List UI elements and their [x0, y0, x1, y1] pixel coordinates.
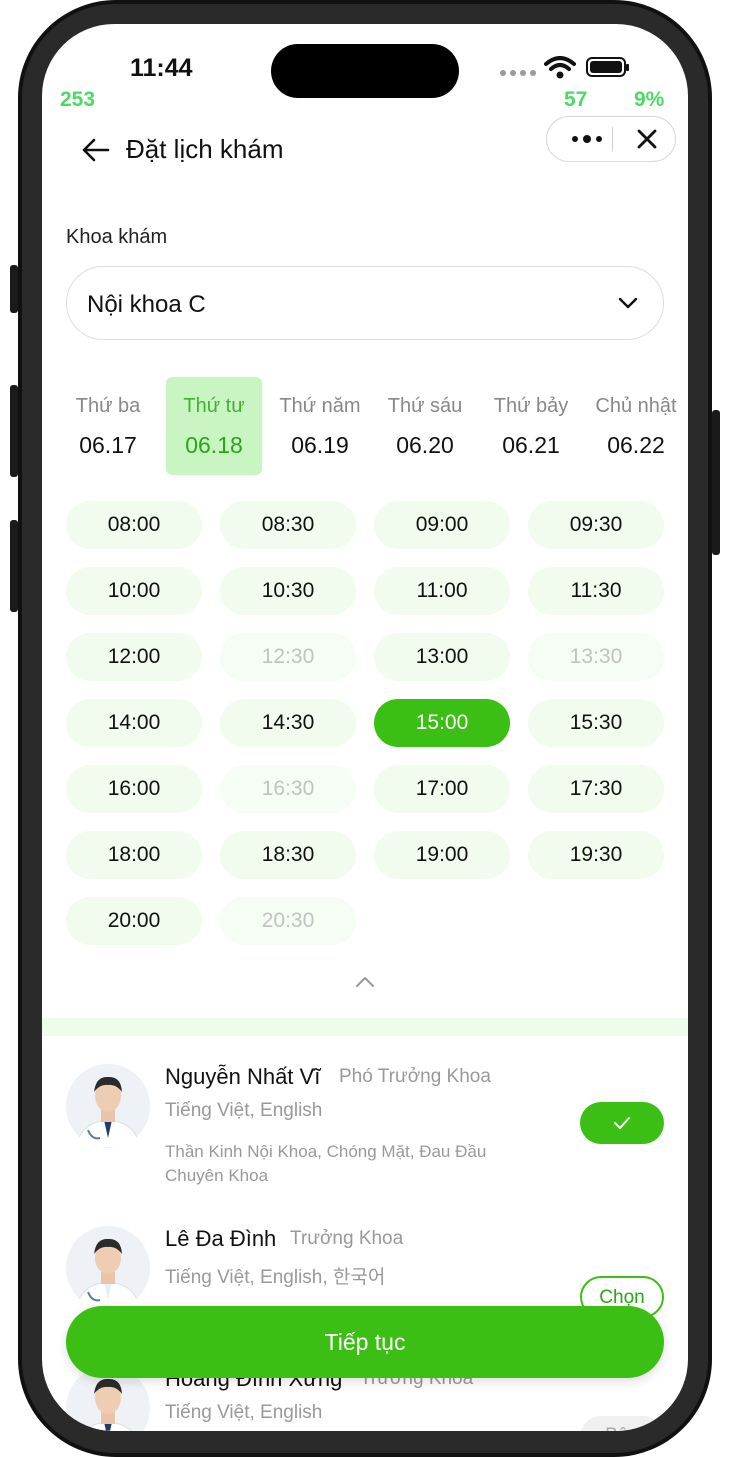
- debug-counter: 253: [60, 88, 96, 111]
- section-divider: [42, 1018, 688, 1036]
- day-selector: Thứ ba 06.17 Thứ tư 06.18 Thứ năm 06.19 Thứ sá…: [66, 377, 688, 477]
- time-slot[interactable]: 19:30: [528, 831, 664, 879]
- continue-button[interactable]: Tiếp tục: [66, 1306, 664, 1378]
- day-tab[interactable]: Thứ ba 06.17: [60, 377, 156, 475]
- time-slot[interactable]: 15:00: [374, 699, 510, 747]
- day-name: Thứ sáu: [387, 395, 463, 417]
- doctor-languages: Tiếng Việt, English: [165, 1402, 323, 1423]
- time-slot[interactable]: 11:30: [528, 567, 664, 615]
- time-slot[interactable]: 17:30: [528, 765, 664, 813]
- time-slot[interactable]: 16:00: [66, 765, 202, 813]
- time-slot[interactable]: 14:00: [66, 699, 202, 747]
- doctor-languages: Tiếng Việt, English, 한국어: [165, 1267, 386, 1288]
- day-name: Chủ nhật: [595, 395, 677, 417]
- dynamic-island: [271, 44, 459, 98]
- doctor-title: Trưởng Khoa: [290, 1228, 404, 1249]
- time-slot[interactable]: 14:30: [220, 699, 356, 747]
- day-tab[interactable]: Chủ nhật 06.22: [588, 377, 684, 475]
- time-slot[interactable]: 08:00: [66, 501, 202, 549]
- side-button: [10, 265, 18, 313]
- side-button: [10, 385, 18, 477]
- day-date: 06.18: [185, 432, 243, 458]
- time-slot[interactable]: 11:00: [374, 567, 510, 615]
- day-date: 06.17: [79, 432, 137, 458]
- time-slot[interactable]: 08:30: [220, 501, 356, 549]
- battery-icon: [586, 57, 629, 77]
- day-name: Thứ ba: [75, 395, 141, 417]
- time-slot: 16:30: [220, 765, 356, 813]
- time-slot[interactable]: 09:00: [374, 501, 510, 549]
- time-slot[interactable]: 10:30: [220, 567, 356, 615]
- selected-doctor-button[interactable]: [580, 1102, 664, 1144]
- status-time: 11:44: [130, 54, 193, 82]
- time-slot: 12:30: [220, 633, 356, 681]
- time-slot[interactable]: 13:00: [374, 633, 510, 681]
- department-label: Khoa khám: [66, 226, 168, 248]
- debug-counter: 57: [564, 88, 588, 111]
- day-name: Thứ tư: [183, 395, 245, 417]
- check-icon: [614, 1117, 630, 1129]
- close-icon: [637, 129, 657, 149]
- department-select[interactable]: Nội khoa C: [66, 266, 664, 340]
- cellular-signal-icon: [500, 70, 536, 76]
- time-slot[interactable]: 12:00: [66, 633, 202, 681]
- time-slot[interactable]: 20:00: [66, 897, 202, 945]
- close-button[interactable]: [627, 117, 667, 161]
- day-name: Thứ bảy: [493, 395, 569, 417]
- doctor-name: Nguyễn Nhất Vĩ: [165, 1064, 321, 1089]
- day-date: 06.22: [607, 432, 665, 458]
- day-tab[interactable]: Thứ năm 06.19: [272, 377, 368, 475]
- avatar: [66, 1064, 150, 1148]
- day-tab[interactable]: Thứ tư 06.18: [166, 377, 262, 475]
- day-date: 06.21: [502, 432, 560, 458]
- mini-app-capsule: [546, 116, 676, 162]
- time-slot[interactable]: 17:00: [374, 765, 510, 813]
- day-date: 06.19: [291, 432, 349, 458]
- time-slot: 20:30: [220, 897, 356, 945]
- debug-percent: 9%: [634, 88, 665, 111]
- day-tab[interactable]: Thứ bảy 06.21: [483, 377, 579, 475]
- time-slot[interactable]: 15:30: [528, 699, 664, 747]
- wifi-icon: [544, 56, 576, 79]
- avatar: [66, 1226, 150, 1310]
- side-button: [712, 410, 720, 555]
- department-value: Nội khoa C: [87, 291, 206, 318]
- time-slot[interactable]: 18:00: [66, 831, 202, 879]
- time-slot[interactable]: 09:30: [528, 501, 664, 549]
- side-button: [10, 520, 18, 612]
- time-slot[interactable]: 19:00: [374, 831, 510, 879]
- day-date: 06.20: [396, 432, 454, 458]
- time-slot: 13:30: [528, 633, 664, 681]
- doctor-title: Phó Trưởng Khoa: [339, 1066, 491, 1087]
- page-title: Đặt lịch khám: [126, 134, 284, 164]
- busy-badge: Bận: [580, 1416, 664, 1431]
- time-slot[interactable]: 10:00: [66, 567, 202, 615]
- capsule-divider: [612, 127, 613, 151]
- day-name: Thứ năm: [279, 395, 361, 417]
- chevron-down-icon: [618, 297, 638, 309]
- time-slot[interactable]: 18:30: [220, 831, 356, 879]
- doctor-specialty: Thần Kinh Nội Khoa, Chóng Mặt, Đau Đầu C…: [165, 1142, 487, 1185]
- more-dots-icon[interactable]: [563, 117, 611, 161]
- day-tab[interactable]: Thứ sáu 06.20: [377, 377, 473, 475]
- doctor-name: Lê Đa Đình: [165, 1226, 277, 1251]
- app-screen: 11:44 253 57 9% Đặt lịch khám Khoa khám …: [42, 24, 688, 1431]
- doctor-languages: Tiếng Việt, English: [165, 1100, 323, 1121]
- chevron-up-icon[interactable]: [354, 974, 376, 990]
- arrow-left-icon[interactable]: [80, 134, 112, 166]
